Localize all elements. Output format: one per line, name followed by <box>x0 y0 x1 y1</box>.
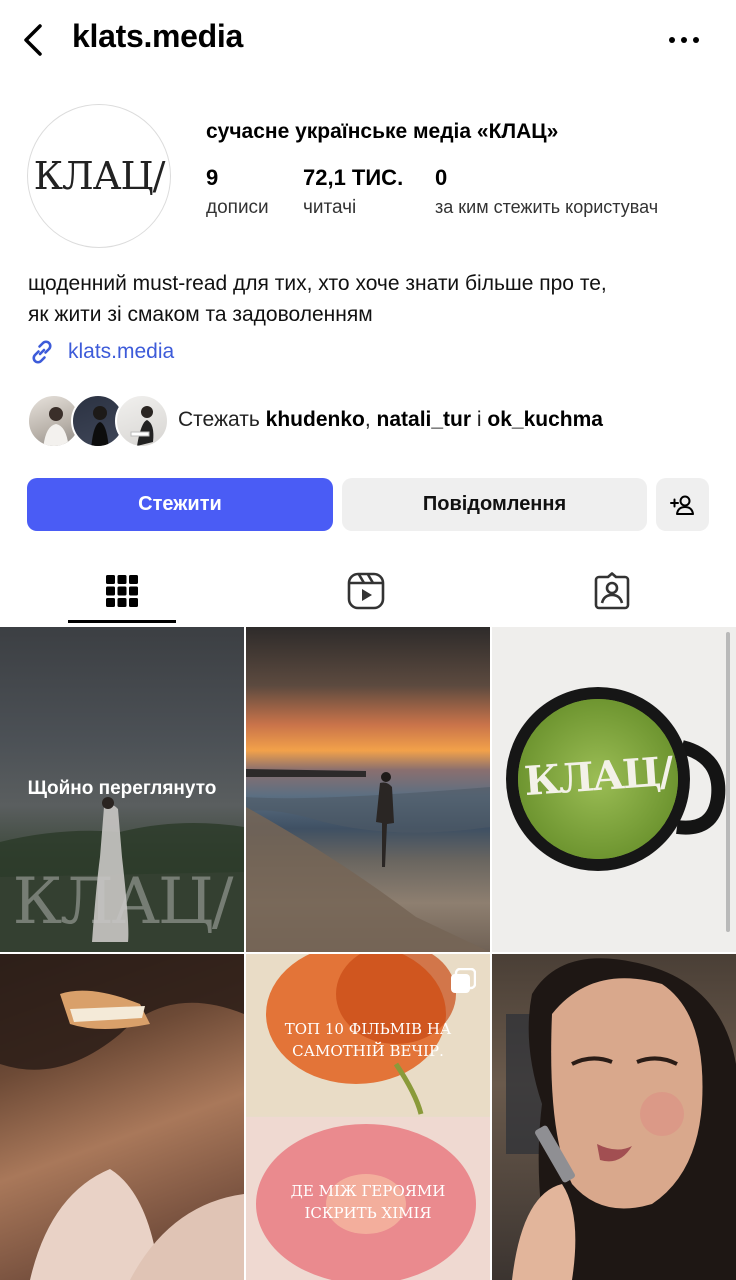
stat-posts-label: дописи <box>206 197 269 218</box>
recently-viewed-label: Щойно переглянуто <box>27 778 217 799</box>
profile-avatar[interactable]: КЛАЦ/ <box>27 104 171 248</box>
separator: і <box>471 408 488 431</box>
active-tab-indicator <box>68 620 176 623</box>
stat-following[interactable]: 0 за ким стежить користувач <box>435 165 658 218</box>
avatar-logo-text: КЛАЦ/ <box>33 154 166 198</box>
post-thumbnail[interactable] <box>492 954 736 1280</box>
message-button[interactable]: Повідомлення <box>342 478 647 531</box>
post-image <box>0 954 244 1280</box>
bio-line: щоденний must-read для тих, хто хоче зна… <box>28 272 607 295</box>
post-thumbnail[interactable]: ТОП 10 ФІЛЬМІВ НА САМОТНІЙ ВЕЧІР. ДЕ МІЖ… <box>246 954 490 1280</box>
link-icon <box>32 340 52 364</box>
mutual-followers-text[interactable]: Стежать khudenko, natali_tur і ok_kuchma <box>178 408 603 432</box>
follower-avatar <box>115 394 169 448</box>
profile-display-name: сучасне українське медіа «КЛАЦ» <box>206 120 559 143</box>
stat-followers-label: читачі <box>303 197 357 218</box>
stat-followers[interactable]: 72,1 ТИС. читачі <box>303 165 403 219</box>
post-image <box>506 958 736 1280</box>
scrollbar[interactable] <box>726 632 730 932</box>
follower-name: ok_kuchma <box>487 408 603 431</box>
separator: , <box>364 408 377 431</box>
posts-grid: КЛАЦ/ Щойно переглянуто КЛАЦ/ ТОП 10 ФІЛ… <box>0 627 736 1280</box>
suggest-users-button[interactable] <box>656 478 709 531</box>
stat-following-label: за ким стежить користувач <box>435 197 659 217</box>
post-thumbnail[interactable] <box>246 627 490 952</box>
post-thumbnail[interactable]: КЛАЦ/ <box>492 627 736 952</box>
profile-link-text: klats.media <box>68 340 175 363</box>
top-bar: klats.media <box>0 0 736 80</box>
post-image <box>246 954 490 1280</box>
tab-reels[interactable] <box>312 556 420 626</box>
back-arrow-icon[interactable] <box>18 20 50 60</box>
follower-name: natali_tur <box>376 408 472 431</box>
more-options-icon[interactable] <box>664 22 704 58</box>
profile-link[interactable]: klats.media <box>28 336 174 368</box>
post-caption-top: ТОП 10 ФІЛЬМІВ НА САМОТНІЙ ВЕЧІР. <box>284 1020 452 1060</box>
reels-icon <box>347 572 385 610</box>
bio-line: як жити зі смаком та задоволенням <box>28 303 373 326</box>
stat-posts-value: 9 <box>206 165 219 190</box>
tagged-person-icon <box>594 572 630 610</box>
post-watermark-logo: КЛАЦ/ <box>12 865 234 939</box>
stat-followers-value: 72,1 ТИС. <box>303 165 404 190</box>
post-caption-bottom: ДЕ МІЖ ГЕРОЯМИ ІСКРИТЬ ХІМІЯ <box>290 1182 446 1222</box>
stat-posts[interactable]: 9 дописи <box>206 165 269 219</box>
profile-bio: щоденний must-read для тих, хто хоче зна… <box>28 268 718 330</box>
tab-tagged[interactable] <box>558 556 666 626</box>
followed-by-prefix: Стежать <box>178 408 266 431</box>
post-thumbnail[interactable] <box>0 954 244 1280</box>
stat-following-value: 0 <box>435 165 448 190</box>
grid-icon <box>106 575 138 607</box>
tab-posts-grid[interactable] <box>68 556 176 626</box>
carousel-icon <box>450 967 477 994</box>
profile-username: klats.media <box>72 18 244 54</box>
follow-button[interactable]: Стежити <box>27 478 333 531</box>
profile-tabs <box>0 556 736 626</box>
post-image <box>246 769 490 952</box>
mutual-followers-avatars[interactable] <box>27 394 169 450</box>
post-thumbnail[interactable]: КЛАЦ/ Щойно переглянуто <box>0 627 244 952</box>
add-person-icon <box>669 495 694 515</box>
follower-name: khudenko <box>265 408 365 431</box>
